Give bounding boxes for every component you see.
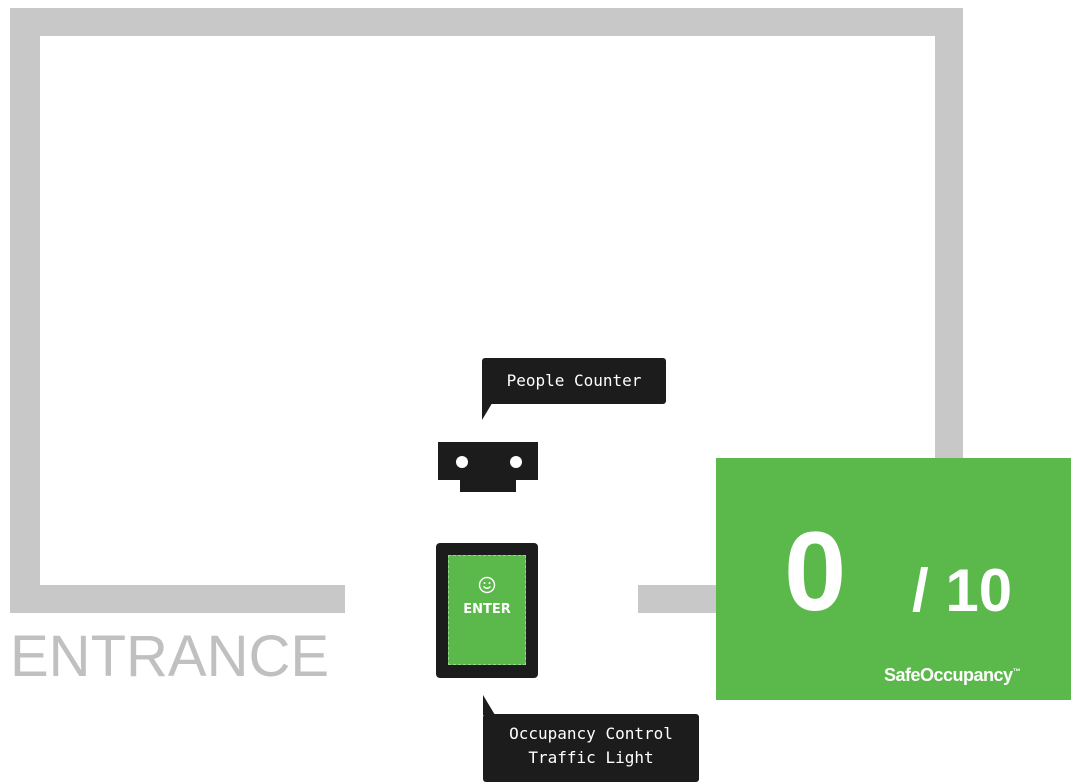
traffic-light-callout-tail: [483, 695, 495, 715]
trademark-symbol: ™: [1012, 667, 1021, 676]
traffic-light-callout-line2: Traffic Light: [528, 748, 654, 767]
enter-label: ENTER: [463, 602, 511, 617]
traffic-light-callout: Occupancy Control Traffic Light: [483, 714, 699, 782]
entrance-label: ENTRANCE: [10, 624, 330, 689]
sensor-mount: [460, 480, 516, 492]
camera-sensor-icon: [438, 442, 538, 480]
sensor-lens-right: [510, 456, 522, 468]
occupancy-display: 0 / 10 SafeOccupancy™: [716, 458, 1071, 700]
wall-right: [935, 8, 963, 458]
traffic-light-callout-line1: Occupancy Control: [509, 724, 673, 743]
wall-bottom-left: [10, 585, 345, 613]
people-counter-callout: People Counter: [482, 358, 666, 404]
sensor-lens-left: [456, 456, 468, 468]
traffic-light-screen: ENTER: [448, 555, 526, 665]
brand-name: SafeOccupancy: [884, 665, 1013, 685]
occupancy-count: 0: [784, 509, 847, 634]
wall-bottom-right: [638, 585, 718, 613]
occupancy-max: / 10: [912, 557, 1013, 624]
wall-top: [10, 8, 963, 36]
smiley-face-icon: [478, 576, 496, 594]
traffic-light-device: ENTER: [436, 543, 538, 678]
people-counter-callout-tail: [482, 400, 494, 420]
wall-left: [10, 8, 40, 613]
brand-logo: SafeOccupancy™: [884, 662, 1021, 685]
